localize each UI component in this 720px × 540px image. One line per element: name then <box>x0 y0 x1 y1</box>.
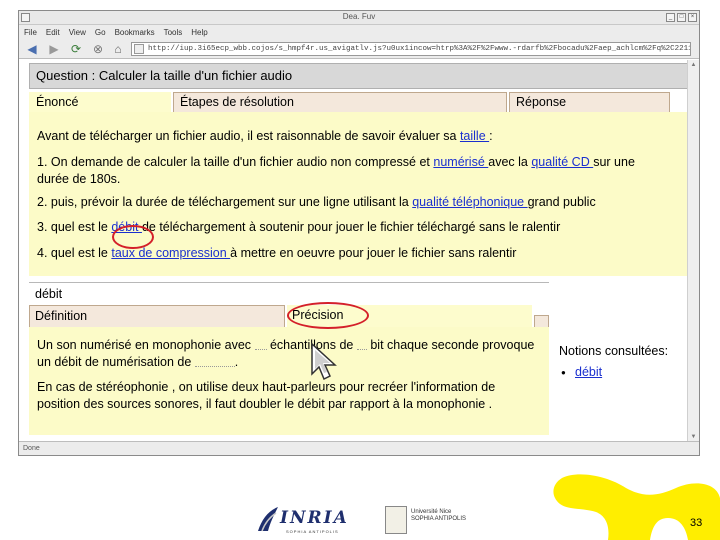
link-qualite-telephonique[interactable]: qualité téléphonique <box>412 195 527 209</box>
highlight-circle-debit <box>112 225 154 249</box>
highlight-circle-precision <box>287 302 369 329</box>
inria-emblem-icon <box>258 507 278 532</box>
title-bar: Dea. Fuv _ □ × <box>19 11 699 25</box>
reload-icon[interactable]: ⟳ <box>69 42 83 56</box>
menu-help[interactable]: Help <box>191 28 207 37</box>
window-title: Dea. Fuv <box>342 12 376 21</box>
menu-bookmarks[interactable]: Bookmarks <box>115 28 155 37</box>
stop-icon[interactable]: ⊗ <box>91 42 105 56</box>
close-icon[interactable]: × <box>688 13 697 22</box>
question-tabs: Énoncé Étapes de résolution Réponse <box>29 92 690 112</box>
forward-arrow-icon[interactable]: ▶ <box>47 42 61 56</box>
inria-wordmark: INRIA <box>280 508 349 528</box>
status-bar: Done <box>19 441 699 455</box>
blank-value <box>254 341 267 351</box>
definition-para-2: En cas de stéréophonie , on utilise deux… <box>37 380 496 411</box>
menu-go[interactable]: Go <box>95 28 106 37</box>
definition-para-1: Un son numérisé en monophonie avec échan… <box>37 338 535 369</box>
home-icon[interactable]: ⌂ <box>111 42 125 56</box>
notions-panel: Notions consultées: débit <box>559 343 668 381</box>
tab-definition[interactable]: Définition <box>29 305 285 327</box>
minimize-icon[interactable]: _ <box>666 13 675 22</box>
blank-value <box>194 358 235 368</box>
university-logo: Université Nice SOPHIA ANTIPOLIS <box>385 506 470 534</box>
back-arrow-icon[interactable]: ◀ <box>25 42 39 56</box>
link-notion-debit[interactable]: débit <box>575 365 602 379</box>
item-2: 2. puis, prévoir la durée de téléchargem… <box>37 195 596 209</box>
question-panel: Avant de télécharger un fichier audio, i… <box>29 112 693 276</box>
menu-edit[interactable]: Edit <box>46 28 60 37</box>
menu-file[interactable]: File <box>24 28 37 37</box>
menu-bar: File Edit View Go Bookmarks Tools Help <box>19 25 699 39</box>
tab-reponse[interactable]: Réponse <box>509 92 670 112</box>
page-content: Question : Calculer la taille d'un fichi… <box>19 60 699 443</box>
list-item: débit <box>559 364 668 381</box>
intro-text: Avant de télécharger un fichier audio, i… <box>37 129 493 143</box>
decorative-shape <box>553 474 720 540</box>
browser-window: Dea. Fuv _ □ × File Edit View Go Bookmar… <box>18 10 700 456</box>
menu-tools[interactable]: Tools <box>164 28 183 37</box>
link-qualite-cd[interactable]: qualité CD <box>531 155 593 169</box>
item-1: 1. On demande de calculer la taille d'un… <box>37 155 635 186</box>
mouse-cursor-icon <box>311 342 337 381</box>
question-title: Question : Calculer la taille d'un fichi… <box>29 63 690 89</box>
university-name: Université Nice SOPHIA ANTIPOLIS <box>411 509 467 522</box>
tab-etapes[interactable]: Étapes de résolution <box>173 92 507 112</box>
topic-title: débit <box>29 282 549 304</box>
link-taille[interactable]: taille <box>460 129 489 143</box>
maximize-icon[interactable]: □ <box>677 13 686 22</box>
page-favicon-icon <box>134 44 144 54</box>
definition-panel: Un son numérisé en monophonie avec échan… <box>29 327 549 435</box>
navigation-toolbar: ◀ ▶ ⟳ ⊗ ⌂ http://iup.3i65ecp_wbb.cojos/s… <box>19 39 699 59</box>
url-field[interactable]: http://iup.3i65ecp_wbb.cojos/s_hmpf4r.us… <box>131 42 691 56</box>
vertical-scrollbar[interactable]: ▲ ▼ <box>687 60 699 443</box>
inria-subtitle: SOPHIA ANTIPOLIS <box>286 529 339 534</box>
blank-value <box>356 341 367 351</box>
inria-logo: INRIA SOPHIA ANTIPOLIS <box>256 505 366 535</box>
scroll-up-icon[interactable]: ▲ <box>689 61 698 70</box>
link-numerise[interactable]: numérisé <box>433 155 488 169</box>
university-emblem-icon <box>385 506 407 534</box>
menu-view[interactable]: View <box>69 28 86 37</box>
url-text: http://iup.3i65ecp_wbb.cojos/s_hmpf4r.us… <box>148 45 691 53</box>
tab-notch <box>534 315 549 327</box>
page-number: 33 <box>690 517 703 529</box>
notions-title: Notions consultées: <box>559 344 669 358</box>
tab-enonce[interactable]: Énoncé <box>29 92 171 112</box>
